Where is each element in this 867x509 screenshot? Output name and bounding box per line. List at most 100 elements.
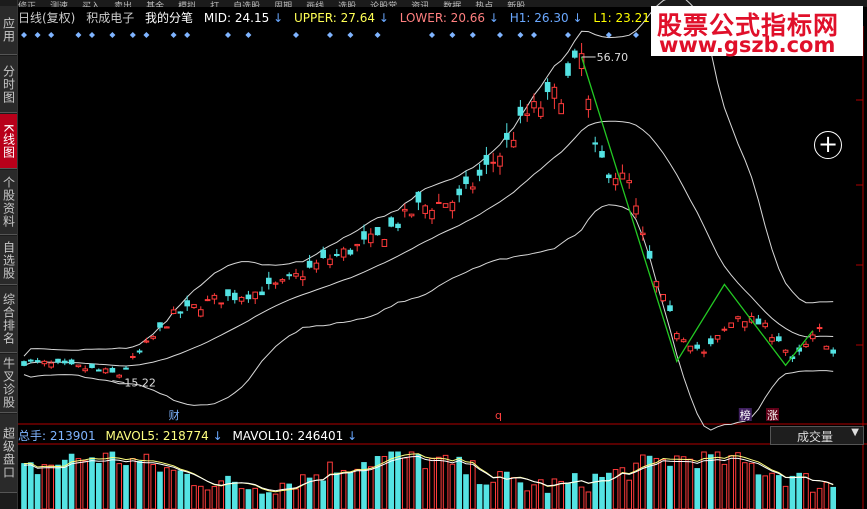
chevron-down-icon: ▼ xyxy=(851,427,859,438)
high-price-label: 56.70 xyxy=(597,51,629,64)
lower-arrow-icon: ↓ xyxy=(488,11,499,25)
period-label[interactable]: 日线(复权) xyxy=(18,11,75,25)
candle-body-28 xyxy=(211,294,218,300)
volume-bar-40 xyxy=(293,488,299,509)
volume-bar-49 xyxy=(354,468,360,509)
signal-diamond-7 xyxy=(143,32,150,38)
volume-bar-5 xyxy=(55,464,61,509)
volume-bar-81 xyxy=(572,473,578,509)
candle-body-15 xyxy=(123,367,129,370)
signal-diamond-1 xyxy=(34,32,41,38)
candle-body-92 xyxy=(646,250,653,259)
sidebar-tab-3[interactable]: 个股资料 xyxy=(0,170,17,235)
marker-q: q xyxy=(495,409,502,422)
volume-bar-0 xyxy=(21,463,27,509)
volume-bar-74 xyxy=(524,490,530,509)
mavol10-text: MAVOL10: 246401 xyxy=(232,429,344,443)
candle-body-98 xyxy=(687,345,694,352)
signal-diamond-15 xyxy=(374,32,381,38)
candle-body-60 xyxy=(429,209,435,220)
candle-body-87 xyxy=(612,178,619,186)
volume-bar-103 xyxy=(721,463,728,509)
h1-arrow-icon: ↓ xyxy=(572,11,583,25)
volume-bar-2 xyxy=(34,474,41,509)
stock-name: 积成电子 xyxy=(86,11,135,25)
volume-bar-19 xyxy=(150,463,156,509)
candle-body-6 xyxy=(62,360,68,364)
candle-body-30 xyxy=(225,289,231,297)
signal-diamond-6 xyxy=(129,32,136,38)
volume-bar-79 xyxy=(558,480,565,509)
volume-bar-118 xyxy=(823,481,830,509)
volume-bar-33 xyxy=(245,489,252,509)
mavol10-arrow-icon: ↓ xyxy=(347,429,358,443)
volume-bar-68 xyxy=(483,484,490,509)
lower-value-text: LOWER: 20.66 xyxy=(399,11,486,25)
volume-bar-57 xyxy=(408,451,415,509)
candle-body-53 xyxy=(381,239,388,247)
low-price-label: 15.22 xyxy=(124,377,155,390)
sidebar-tab-0[interactable]: 应用 xyxy=(0,6,17,55)
indicator-name[interactable]: 我的分笔 xyxy=(145,11,193,25)
sidebar-tab-4[interactable]: 自选股 xyxy=(0,236,17,285)
volume-bar-32 xyxy=(238,488,245,509)
sidebar-tab-7[interactable]: 超级盘口 xyxy=(0,414,17,493)
candle-body-116 xyxy=(810,334,816,340)
candle-body-83 xyxy=(585,98,592,111)
candle-body-97 xyxy=(680,339,687,343)
sidebar-tab-5[interactable]: 综合排名 xyxy=(0,286,17,353)
volume-bar-10 xyxy=(89,457,95,509)
candle-body-58 xyxy=(415,191,422,203)
candle-body-103 xyxy=(721,328,728,331)
volume-bar-14 xyxy=(116,463,123,509)
sidebar-tab-1[interactable]: 分时图 xyxy=(0,56,17,113)
volume-bar-41 xyxy=(300,474,306,509)
volume-bar-107 xyxy=(748,462,755,509)
volume-bar-45 xyxy=(327,461,333,509)
watermark-url: www.gszb.com xyxy=(659,33,836,57)
candle-body-93 xyxy=(653,281,660,288)
candle-body-7 xyxy=(68,359,75,365)
volume-bar-27 xyxy=(204,489,211,509)
candle-body-99 xyxy=(694,344,701,349)
lower-value: LOWER: 20.66 ↓ xyxy=(400,11,499,25)
candle-body-50 xyxy=(361,231,367,240)
candle-body-25 xyxy=(191,304,197,309)
volume-bar-11 xyxy=(96,463,102,509)
signal-diamond-4 xyxy=(89,32,95,38)
candle-body-63 xyxy=(449,201,456,212)
volume-bar-51 xyxy=(368,466,374,509)
candle-body-85 xyxy=(599,151,605,158)
candle-body-67 xyxy=(476,169,483,176)
indicator-info-bar: 日线(复权) 积成电子 我的分笔 MID: 24.15 ↓ UPPER: 27.… xyxy=(18,9,671,25)
signal-diamond-12 xyxy=(293,32,299,38)
sidebar-tab-2[interactable]: K线图 xyxy=(0,114,17,169)
volume-bar-82 xyxy=(578,486,585,509)
zoom-plus-icon[interactable]: + xyxy=(814,131,842,159)
candle-body-117 xyxy=(816,327,823,330)
candle-body-90 xyxy=(633,205,639,215)
sidebar-tab-6[interactable]: 牛叉诊股 xyxy=(0,354,17,413)
volume-bar-75 xyxy=(531,484,537,509)
volume-bar-44 xyxy=(320,480,326,509)
volume-bar-85 xyxy=(599,476,605,509)
volume-indicator-select[interactable]: 成交量 ▼ xyxy=(770,426,864,445)
volume-bar-59 xyxy=(422,468,428,509)
volume-indicator-label: 成交量 xyxy=(797,430,834,444)
volume-bar-4 xyxy=(48,464,54,509)
volume-bar-77 xyxy=(544,492,551,509)
volume-bar-24 xyxy=(184,473,190,509)
volume-bar-83 xyxy=(585,491,592,509)
volume-bar-30 xyxy=(225,475,231,509)
candle-body-38 xyxy=(279,279,286,282)
candle-body-22 xyxy=(170,309,177,315)
candle-body-94 xyxy=(660,294,667,302)
candle-body-57 xyxy=(408,213,415,217)
candle-body-84 xyxy=(592,142,599,145)
upper-value-text: UPPER: 27.64 xyxy=(293,11,375,25)
candle-body-105 xyxy=(735,316,741,320)
total-volume: 总手: 213901 xyxy=(18,429,96,443)
candle-body-35 xyxy=(259,291,265,296)
signal-diamond-5 xyxy=(109,32,116,38)
volume-bar-73 xyxy=(517,482,524,509)
